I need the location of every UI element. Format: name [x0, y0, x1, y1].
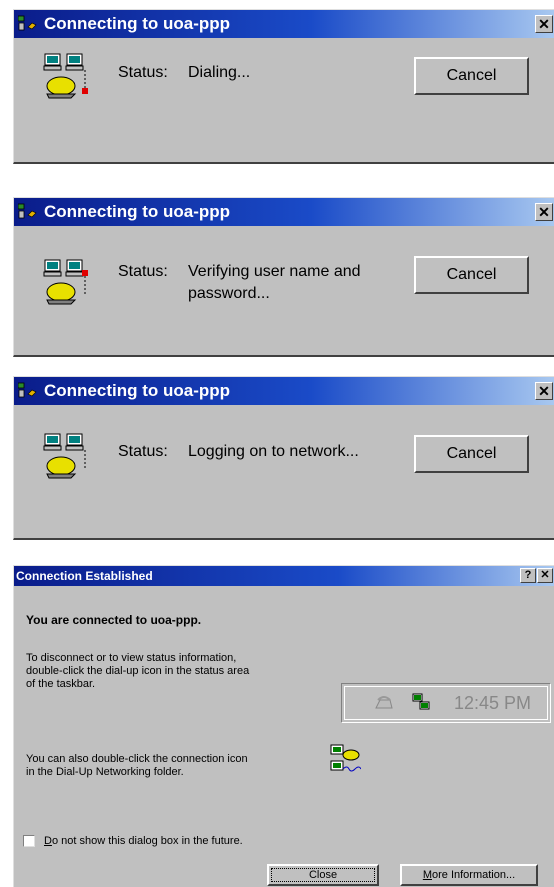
dialup-phone-computers-icon — [43, 259, 88, 305]
connecting-dialog-3: Connecting to uoa-ppp ✕ Status: Logging … — [13, 376, 554, 540]
dialup-title-icon — [18, 15, 37, 31]
mnemonic: D — [44, 835, 52, 847]
instruction-line: in the Dial-Up Networking folder. — [26, 766, 184, 778]
dialog-title: Connecting to uoa-ppp — [44, 14, 231, 33]
dialup-title-icon — [18, 203, 37, 219]
dialog-title: Connecting to uoa-ppp — [44, 381, 231, 400]
title-bar[interactable]: Connecting to uoa-ppp ✕ — [14, 10, 554, 38]
title-bar[interactable]: Connection Established ? ✕ — [14, 566, 554, 586]
dialup-phone-computers-icon — [43, 53, 88, 99]
connection-established-dialog: Connection Established ? ✕ You are conne… — [13, 565, 554, 887]
taskbar-tray-preview: 12:45 PM — [341, 683, 551, 723]
tray-phone-icon — [375, 696, 393, 709]
do-not-show-label[interactable]: Do not show this dialog box in the futur… — [44, 835, 243, 848]
cancel-button[interactable]: Cancel — [414, 256, 529, 294]
more-information-button[interactable]: More Information... — [400, 864, 538, 886]
connecting-dialog-2: Connecting to uoa-ppp ✕ Status: Verifyin… — [13, 197, 554, 357]
do-not-show-checkbox[interactable] — [23, 835, 35, 847]
instruction-line: double-click the dial-up icon in the sta… — [26, 665, 250, 677]
mnemonic: M — [422, 869, 432, 881]
title-bar[interactable]: Connecting to uoa-ppp ✕ — [14, 198, 554, 226]
label-text: o not show this dialog box in the future… — [51, 835, 243, 847]
tray-clock: 12:45 PM — [454, 693, 532, 713]
close-button[interactable]: Close — [267, 864, 379, 886]
instruction-line: of the taskbar. — [26, 678, 96, 690]
status-label: Status: — [118, 443, 168, 460]
cancel-button[interactable]: Cancel — [414, 57, 529, 95]
close-icon[interactable]: ✕ — [535, 15, 553, 33]
label-text: ore Information... — [432, 869, 516, 881]
close-icon[interactable]: ✕ — [535, 203, 553, 221]
dialog-title: Connecting to uoa-ppp — [44, 202, 231, 221]
help-button[interactable]: ? — [520, 568, 536, 583]
status-label: Status: — [118, 64, 168, 81]
connection-icon — [330, 744, 361, 772]
close-icon[interactable]: ✕ — [535, 382, 553, 400]
cancel-button[interactable]: Cancel — [414, 435, 529, 473]
instruction-line: You can also double-click the connection… — [26, 753, 248, 765]
status-label: Status: — [118, 263, 168, 280]
tray-network-icon — [412, 693, 430, 710]
status-value: Verifying user name and password... — [188, 263, 361, 302]
instruction-line: To disconnect or to view status informat… — [26, 652, 237, 664]
connecting-dialog-1: Connecting to uoa-ppp ✕ Status: Dialing.… — [13, 9, 554, 164]
dialup-phone-computers-icon — [43, 433, 86, 479]
close-icon[interactable]: ✕ — [537, 568, 553, 583]
status-value: Dialing... — [188, 64, 251, 81]
connected-heading: You are connected to uoa-ppp. — [26, 613, 202, 627]
folder-instruction-text: You can also double-click the connection… — [26, 753, 326, 779]
status-value: Logging on to network... — [188, 443, 359, 460]
dialup-title-icon — [18, 382, 37, 398]
dialog-title: Connection Established — [16, 569, 153, 583]
instruction-text: To disconnect or to view status informat… — [26, 652, 326, 691]
title-bar[interactable]: Connecting to uoa-ppp ✕ — [14, 377, 554, 405]
